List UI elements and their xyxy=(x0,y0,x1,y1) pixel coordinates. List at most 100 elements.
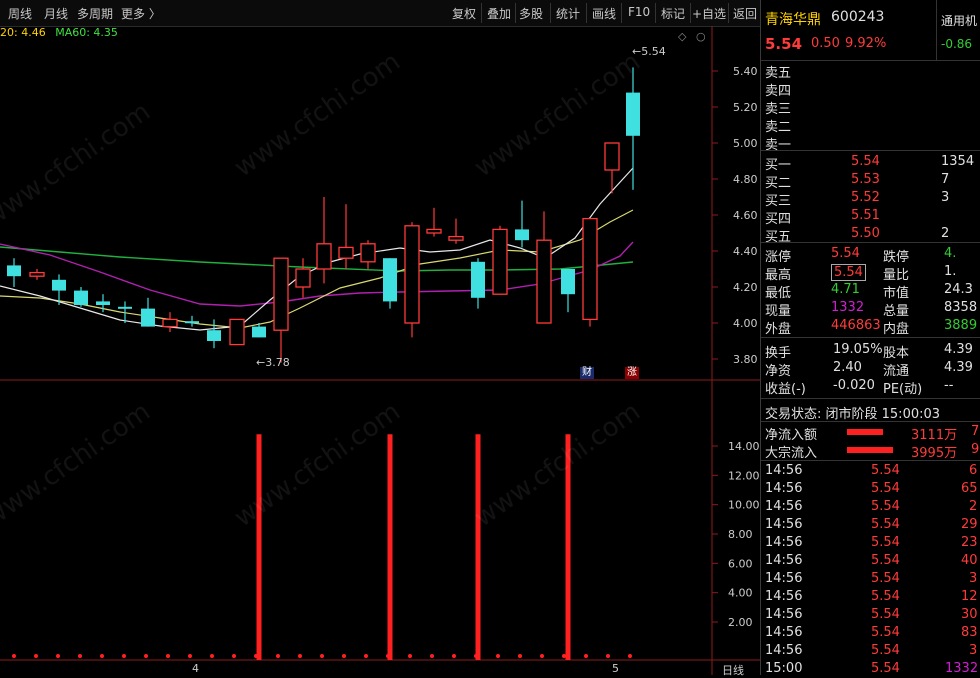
buy-level-volume: 7 xyxy=(941,172,950,187)
vol-axis-label: 6.00 xyxy=(728,557,753,570)
tick-price: 5.54 xyxy=(871,517,900,532)
buy-level-label: 买一 xyxy=(765,158,792,173)
tick-time: 14:56 xyxy=(765,625,803,640)
volume-dot xyxy=(496,654,500,658)
volume-dot xyxy=(122,654,126,658)
tick-price: 5.54 xyxy=(871,625,900,640)
volume-dot xyxy=(78,654,82,658)
limit-up-badge[interactable]: 涨 xyxy=(625,367,639,379)
tick-volume: 1332 xyxy=(945,661,979,676)
price-axis-label: 5.00 xyxy=(733,137,758,150)
buy-level-volume: 2 xyxy=(941,226,950,241)
last-price: 5.54 xyxy=(765,35,803,53)
sector-change: -0.86 xyxy=(941,37,973,51)
vol-axis-label: 8.00 xyxy=(728,528,753,541)
candle xyxy=(316,197,332,284)
volume-dot xyxy=(452,654,456,658)
candle xyxy=(7,258,21,287)
tick-volume: 83 xyxy=(961,625,978,640)
tick-price: 5.54 xyxy=(871,607,900,622)
stat-value: 2.40 xyxy=(833,360,862,375)
tick-volume: 29 xyxy=(961,517,978,532)
low-arrow: ← xyxy=(256,356,266,369)
flow-extra: 9 xyxy=(971,442,980,457)
buy-level-volume: 1354 xyxy=(941,154,975,169)
buy-level-price: 5.50 xyxy=(851,226,880,241)
sell-level-label: 卖三 xyxy=(765,102,792,117)
stat-label: 股本 xyxy=(883,346,910,361)
volume-dot xyxy=(320,654,324,658)
stat-value: 4.71 xyxy=(831,282,860,297)
stat-value: 3889 xyxy=(944,318,978,333)
stock-code: 600243 xyxy=(831,9,885,25)
sell-level-label: 卖四 xyxy=(765,84,792,99)
volume-dot xyxy=(540,654,544,658)
candle xyxy=(162,312,178,332)
stat-value: 5.54 xyxy=(831,264,866,281)
tick-time: 14:56 xyxy=(765,589,803,604)
stat-label: 内盘 xyxy=(883,322,910,337)
stat-label: 最高 xyxy=(765,268,792,283)
stat-label: PE(动) xyxy=(883,382,923,397)
tick-volume: 30 xyxy=(961,607,978,622)
stat-value: 8358 xyxy=(944,300,978,315)
stat-label: 现量 xyxy=(765,304,792,319)
price-change: 0.50 xyxy=(811,36,840,51)
candle xyxy=(404,222,420,338)
vol-axis-label: 4.00 xyxy=(728,587,753,600)
buy-level-volume: 3 xyxy=(941,190,950,205)
xaxis-label-5: 5 xyxy=(612,662,619,675)
tick-time: 14:56 xyxy=(765,463,803,478)
vol-axis-label: 10.00 xyxy=(728,499,760,512)
tick-time: 14:56 xyxy=(765,571,803,586)
candle xyxy=(492,225,508,295)
tick-price: 5.54 xyxy=(871,589,900,604)
period-label[interactable]: 日线 xyxy=(722,662,744,678)
kline-chart: ◇ ○ 5.40 5.20 5.00 4.80 4.60 4.40 4.20 4.00 3.80… xyxy=(0,26,760,675)
stat-label: 换手 xyxy=(765,346,792,361)
buy-level-price: 5.51 xyxy=(851,208,880,223)
price-axis-label: 4.80 xyxy=(733,173,758,186)
price-axis-label: 5.40 xyxy=(733,65,758,78)
volume-dot xyxy=(100,654,104,658)
volume-dot xyxy=(188,654,192,658)
stock-name: 青海华鼎 xyxy=(765,12,821,28)
volume-dot xyxy=(430,654,434,658)
price-axis-label: 5.20 xyxy=(733,101,758,114)
volume-dot xyxy=(386,654,390,658)
candle xyxy=(515,200,529,248)
candle xyxy=(207,319,221,349)
tick-price: 5.54 xyxy=(871,481,900,496)
buy-level-price: 5.53 xyxy=(851,172,880,187)
stat-value: 4.39 xyxy=(944,342,973,357)
flow-value: 3111万 xyxy=(911,428,958,443)
flow-bar xyxy=(847,447,893,453)
finance-badge[interactable]: 财 xyxy=(580,367,594,379)
volume-dot xyxy=(518,654,522,658)
candle xyxy=(74,287,88,307)
volume-bar xyxy=(475,434,481,660)
volume-dot xyxy=(254,654,258,658)
stat-label: 跌停 xyxy=(883,250,910,265)
sector-box[interactable]: 通用机 -0.86 xyxy=(936,0,980,60)
volume-bar xyxy=(256,434,262,660)
stat-value: 446863 xyxy=(831,318,881,333)
tick-price: 5.54 xyxy=(871,571,900,586)
stat-value: -- xyxy=(944,378,954,393)
sector-name: 通用机 xyxy=(941,14,978,28)
candle xyxy=(582,217,598,327)
tick-volume: 23 xyxy=(961,535,978,550)
stat-label: 市值 xyxy=(883,286,910,301)
flow-bar xyxy=(847,429,883,435)
price-axis-label: 4.00 xyxy=(733,317,758,330)
candle xyxy=(561,269,575,313)
volume-dot xyxy=(56,654,60,658)
tick-time: 14:56 xyxy=(765,481,803,496)
tick-volume: 12 xyxy=(961,589,978,604)
stat-value: 24.3 xyxy=(944,282,973,297)
candle xyxy=(229,318,245,346)
volume-dot xyxy=(474,654,478,658)
volume-bar xyxy=(387,434,393,660)
candle xyxy=(536,211,552,324)
volume-dot xyxy=(166,654,170,658)
